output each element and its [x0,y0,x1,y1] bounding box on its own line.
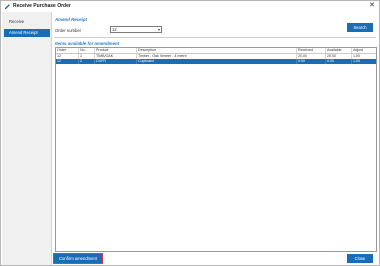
column-header-adjust[interactable]: Adjust [352,48,376,53]
pencil-edit-icon [4,3,11,10]
main-panel: Amend Receipt Order number 12 ▾ Search I… [53,12,378,265]
cell-received: 0.00 [297,59,326,64]
column-header-received[interactable]: Received [297,48,326,53]
sidebar: Receive Amend Receipt [2,12,52,265]
search-button[interactable]: Search [347,23,373,32]
title-bar: Receive Purchase Order ✕ [1,1,379,12]
items-grid[interactable]: Order No. Product Description Received A… [55,47,377,252]
column-header-available[interactable]: Available [326,48,352,53]
cell-product: CUFR [95,59,137,64]
confirm-amendment-button[interactable]: Confirm amendment [53,253,103,264]
amend-receipt-heading: Amend Receipt [55,17,87,22]
sidebar-item-receive[interactable]: Receive [4,18,50,26]
cell-order: 12 [56,59,79,64]
window-title: Receive Purchase Order [13,3,71,9]
close-button[interactable]: Close [347,254,373,263]
table-row-selected[interactable]: 12 2 CUFR Cupboard 0.00 0.00 1.00 [56,59,376,64]
cell-no: 2 [79,59,95,64]
chevron-down-icon: ▾ [157,27,160,32]
order-number-label: Order number [55,28,82,33]
cell-available: 0.00 [326,59,352,64]
column-header-description[interactable]: Description [137,48,297,53]
cell-description: Cupboard [137,59,297,64]
items-available-heading: Items available for amendment [55,41,120,46]
sidebar-item-amend-receipt[interactable]: Amend Receipt [4,29,50,37]
section-divider [54,37,376,38]
column-header-product[interactable]: Product [95,48,137,53]
column-header-no[interactable]: No. [79,48,95,53]
order-number-select[interactable]: 12 ▾ [110,26,162,33]
receive-purchase-order-window: Receive Purchase Order ✕ Receive Amend R… [0,0,380,266]
column-header-order[interactable]: Order [56,48,79,53]
cell-adjust[interactable]: 1.00 [352,59,376,64]
order-number-value: 12 [112,27,117,32]
close-icon[interactable]: ✕ [368,2,376,10]
